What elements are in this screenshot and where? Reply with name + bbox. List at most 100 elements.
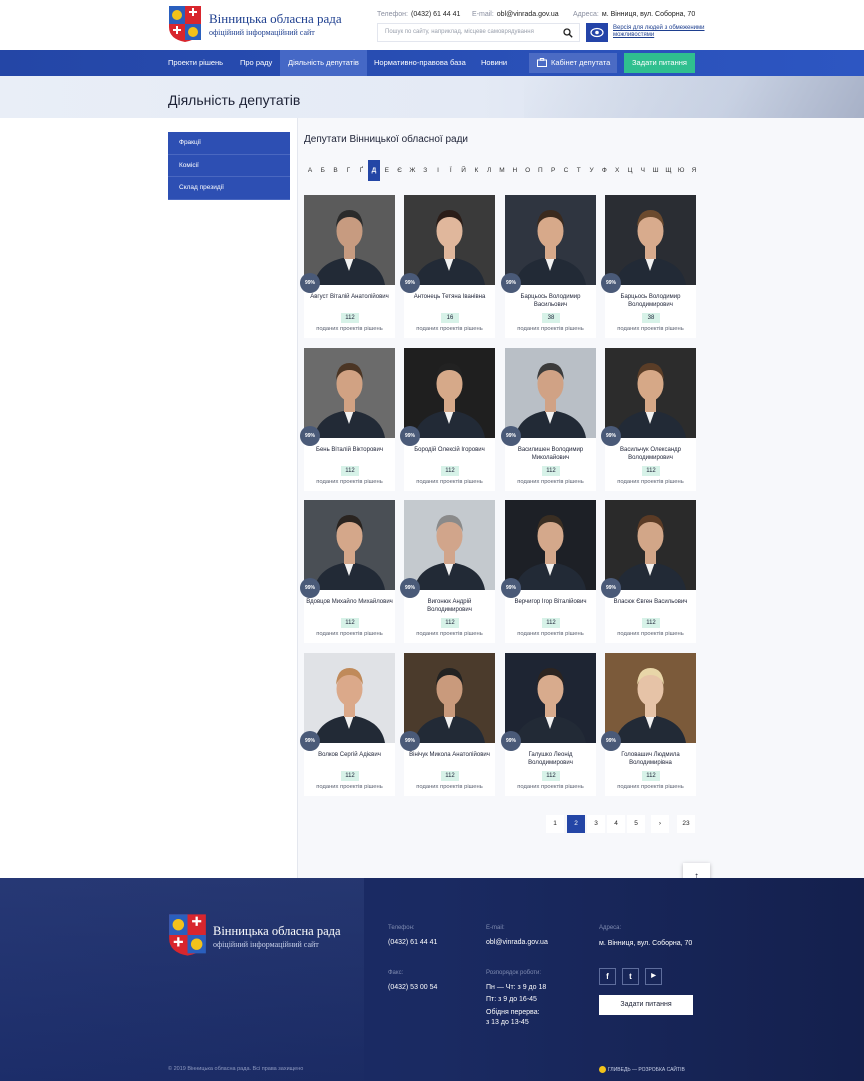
- deputy-name[interactable]: Бородій Олексій Ігорович: [406, 447, 493, 455]
- deputy-card[interactable]: 99% Галушко Леонід Володимирович 112 подани…: [501, 653, 596, 796]
- alphabet-letter[interactable]: Я: [688, 160, 700, 181]
- alphabet-letter[interactable]: Е: [381, 160, 393, 181]
- footer-phone[interactable]: (0432) 61 44 41: [388, 937, 437, 948]
- sidebar-item-presidium[interactable]: Склад президії: [168, 177, 290, 200]
- alphabet-letter[interactable]: Й: [458, 160, 470, 181]
- deputy-name[interactable]: Вигонюк Андрій Володимирович: [406, 599, 493, 614]
- deputy-photo[interactable]: [605, 653, 696, 743]
- ask-question-button[interactable]: Задати питання: [624, 53, 695, 73]
- deputy-photo[interactable]: [304, 195, 395, 285]
- alphabet-letter[interactable]: Н: [509, 160, 521, 181]
- alphabet-letter[interactable]: Ї: [445, 160, 457, 181]
- deputy-photo[interactable]: [505, 348, 596, 438]
- alphabet-letter[interactable]: А: [304, 160, 316, 181]
- deputy-card[interactable]: 99% Антонець Тетяна Іванівна 16 поданих про…: [400, 195, 495, 338]
- developer-credit[interactable]: ГЛИВЕДЬ — РОЗРОБКА САЙТІВ: [599, 1066, 685, 1073]
- deputy-name[interactable]: Власюк Євген Васильович: [607, 599, 694, 607]
- alphabet-letter[interactable]: М: [496, 160, 508, 181]
- deputy-photo[interactable]: [505, 500, 596, 590]
- deputy-name[interactable]: Верчигор Ігор Віталійович: [507, 599, 594, 607]
- alphabet-letter[interactable]: Р: [547, 160, 559, 181]
- footer-email[interactable]: obl@vinrada.gov.ua: [486, 937, 548, 948]
- deputy-card[interactable]: 99% Головашич Людмила Володимирівна 112 под…: [601, 653, 696, 796]
- sidebar-item-factions[interactable]: Фракції: [168, 132, 290, 155]
- alphabet-letter[interactable]: Ш: [650, 160, 662, 181]
- deputy-card[interactable]: 99% Август Віталій Анатолійович 112 поданих…: [300, 195, 395, 338]
- page-button[interactable]: 23: [677, 815, 695, 833]
- alphabet-letter[interactable]: Ґ: [355, 160, 367, 181]
- deputy-name[interactable]: Волков Сергій Адієвич: [306, 752, 393, 760]
- alphabet-letter[interactable]: С: [560, 160, 572, 181]
- next-page-button[interactable]: ›: [651, 815, 669, 833]
- deputy-photo[interactable]: [304, 500, 395, 590]
- page-button[interactable]: 5: [627, 815, 645, 833]
- footer-coat-of-arms-logo[interactable]: [168, 913, 207, 957]
- header-email[interactable]: E-mail: obl@vinrada.gov.ua: [472, 11, 559, 18]
- deputy-name[interactable]: Август Віталій Анатолійович: [306, 294, 393, 302]
- accessibility-button[interactable]: [586, 23, 608, 42]
- deputy-name[interactable]: Василишен Володимир Миколайович: [507, 447, 594, 462]
- deputy-card[interactable]: 99% Барцьось Володимир Васильович 38 подани…: [501, 195, 596, 338]
- alphabet-letter[interactable]: О: [522, 160, 534, 181]
- alphabet-letter[interactable]: У: [586, 160, 598, 181]
- deputy-photo[interactable]: [505, 195, 596, 285]
- deputy-photo[interactable]: [505, 653, 596, 743]
- search-input[interactable]: Пошук по сайту, наприклад, місцеве самов…: [377, 23, 580, 42]
- facebook-icon[interactable]: f: [599, 968, 616, 985]
- deputy-photo[interactable]: [304, 653, 395, 743]
- deputy-photo[interactable]: [404, 500, 495, 590]
- deputy-photo[interactable]: [404, 348, 495, 438]
- deputy-photo[interactable]: [605, 500, 696, 590]
- alphabet-letter[interactable]: П: [534, 160, 546, 181]
- alphabet-letter[interactable]: Ж: [406, 160, 418, 181]
- coat-of-arms-logo[interactable]: [168, 5, 202, 43]
- page-button[interactable]: 1: [546, 815, 564, 833]
- nav-item-about[interactable]: Про раду: [232, 50, 280, 76]
- deputy-photo[interactable]: [605, 348, 696, 438]
- deputy-cabinet-button[interactable]: Кабінет депутата: [529, 53, 617, 73]
- deputy-photo[interactable]: [605, 195, 696, 285]
- alphabet-letter[interactable]: К: [470, 160, 482, 181]
- deputy-card[interactable]: 99% Василишен Володимир Миколайович 112 под…: [501, 348, 596, 491]
- nav-item-projects[interactable]: Проекти рішень: [160, 50, 231, 76]
- deputy-name[interactable]: Бень Віталій Вікторович: [306, 447, 393, 455]
- alphabet-letter[interactable]: Х: [611, 160, 623, 181]
- deputy-card[interactable]: 99% Волков Сергій Адієвич 112 поданих проек…: [300, 653, 395, 796]
- deputy-name[interactable]: Вдовцов Михайло Михайлович: [306, 599, 393, 607]
- alphabet-letter[interactable]: Д: [368, 160, 380, 181]
- deputy-name[interactable]: Вінічук Микола Анатолійович: [406, 752, 493, 760]
- accessibility-link[interactable]: Версія для людей з обмеженими можливостя…: [613, 25, 708, 39]
- alphabet-letter[interactable]: Т: [573, 160, 585, 181]
- alphabet-letter[interactable]: Є: [394, 160, 406, 181]
- deputy-name[interactable]: Барцьось Володимир Володимирович: [607, 294, 694, 309]
- deputy-card[interactable]: 99% Барцьось Володимир Володимирович 38 под…: [601, 195, 696, 338]
- nav-item-deputies[interactable]: Діяльність депутатів: [280, 50, 367, 76]
- footer-ask-question-button[interactable]: Задати питання: [599, 995, 693, 1015]
- page-button[interactable]: 2: [567, 815, 585, 833]
- twitter-icon[interactable]: t: [622, 968, 639, 985]
- nav-item-legal-base[interactable]: Нормативно-правова база: [366, 50, 474, 76]
- deputy-photo[interactable]: [404, 653, 495, 743]
- deputy-name[interactable]: Васильчук Олександр Володимирович: [607, 447, 694, 462]
- deputy-name[interactable]: Барцьось Володимир Васильович: [507, 294, 594, 309]
- alphabet-letter[interactable]: Ю: [675, 160, 687, 181]
- alphabet-letter[interactable]: Ц: [624, 160, 636, 181]
- deputy-card[interactable]: 99% Бень Віталій Вікторович 112 поданих про…: [300, 348, 395, 491]
- deputy-card[interactable]: 99% Власюк Євген Васильович 112 поданих про…: [601, 500, 696, 643]
- alphabet-letter[interactable]: Ф: [598, 160, 610, 181]
- site-title[interactable]: Вінницька обласна рада: [209, 11, 342, 27]
- deputy-photo[interactable]: [304, 348, 395, 438]
- deputy-name[interactable]: Галушко Леонід Володимирович: [507, 752, 594, 767]
- deputy-name[interactable]: Головашич Людмила Володимирівна: [607, 752, 694, 767]
- alphabet-letter[interactable]: Ч: [637, 160, 649, 181]
- page-button[interactable]: 3: [587, 815, 605, 833]
- alphabet-letter[interactable]: Б: [317, 160, 329, 181]
- deputy-name[interactable]: Антонець Тетяна Іванівна: [406, 294, 493, 302]
- alphabet-letter[interactable]: Г: [342, 160, 354, 181]
- sidebar-item-commissions[interactable]: Комісії: [168, 154, 290, 177]
- youtube-icon[interactable]: ▶: [645, 968, 662, 985]
- deputy-card[interactable]: 99% Вигонюк Андрій Володимирович 112 подани…: [400, 500, 495, 643]
- nav-item-news[interactable]: Новини: [473, 50, 515, 76]
- deputy-card[interactable]: 99% Бородій Олексій Ігорович 112 поданих пр…: [400, 348, 495, 491]
- page-button[interactable]: 4: [607, 815, 625, 833]
